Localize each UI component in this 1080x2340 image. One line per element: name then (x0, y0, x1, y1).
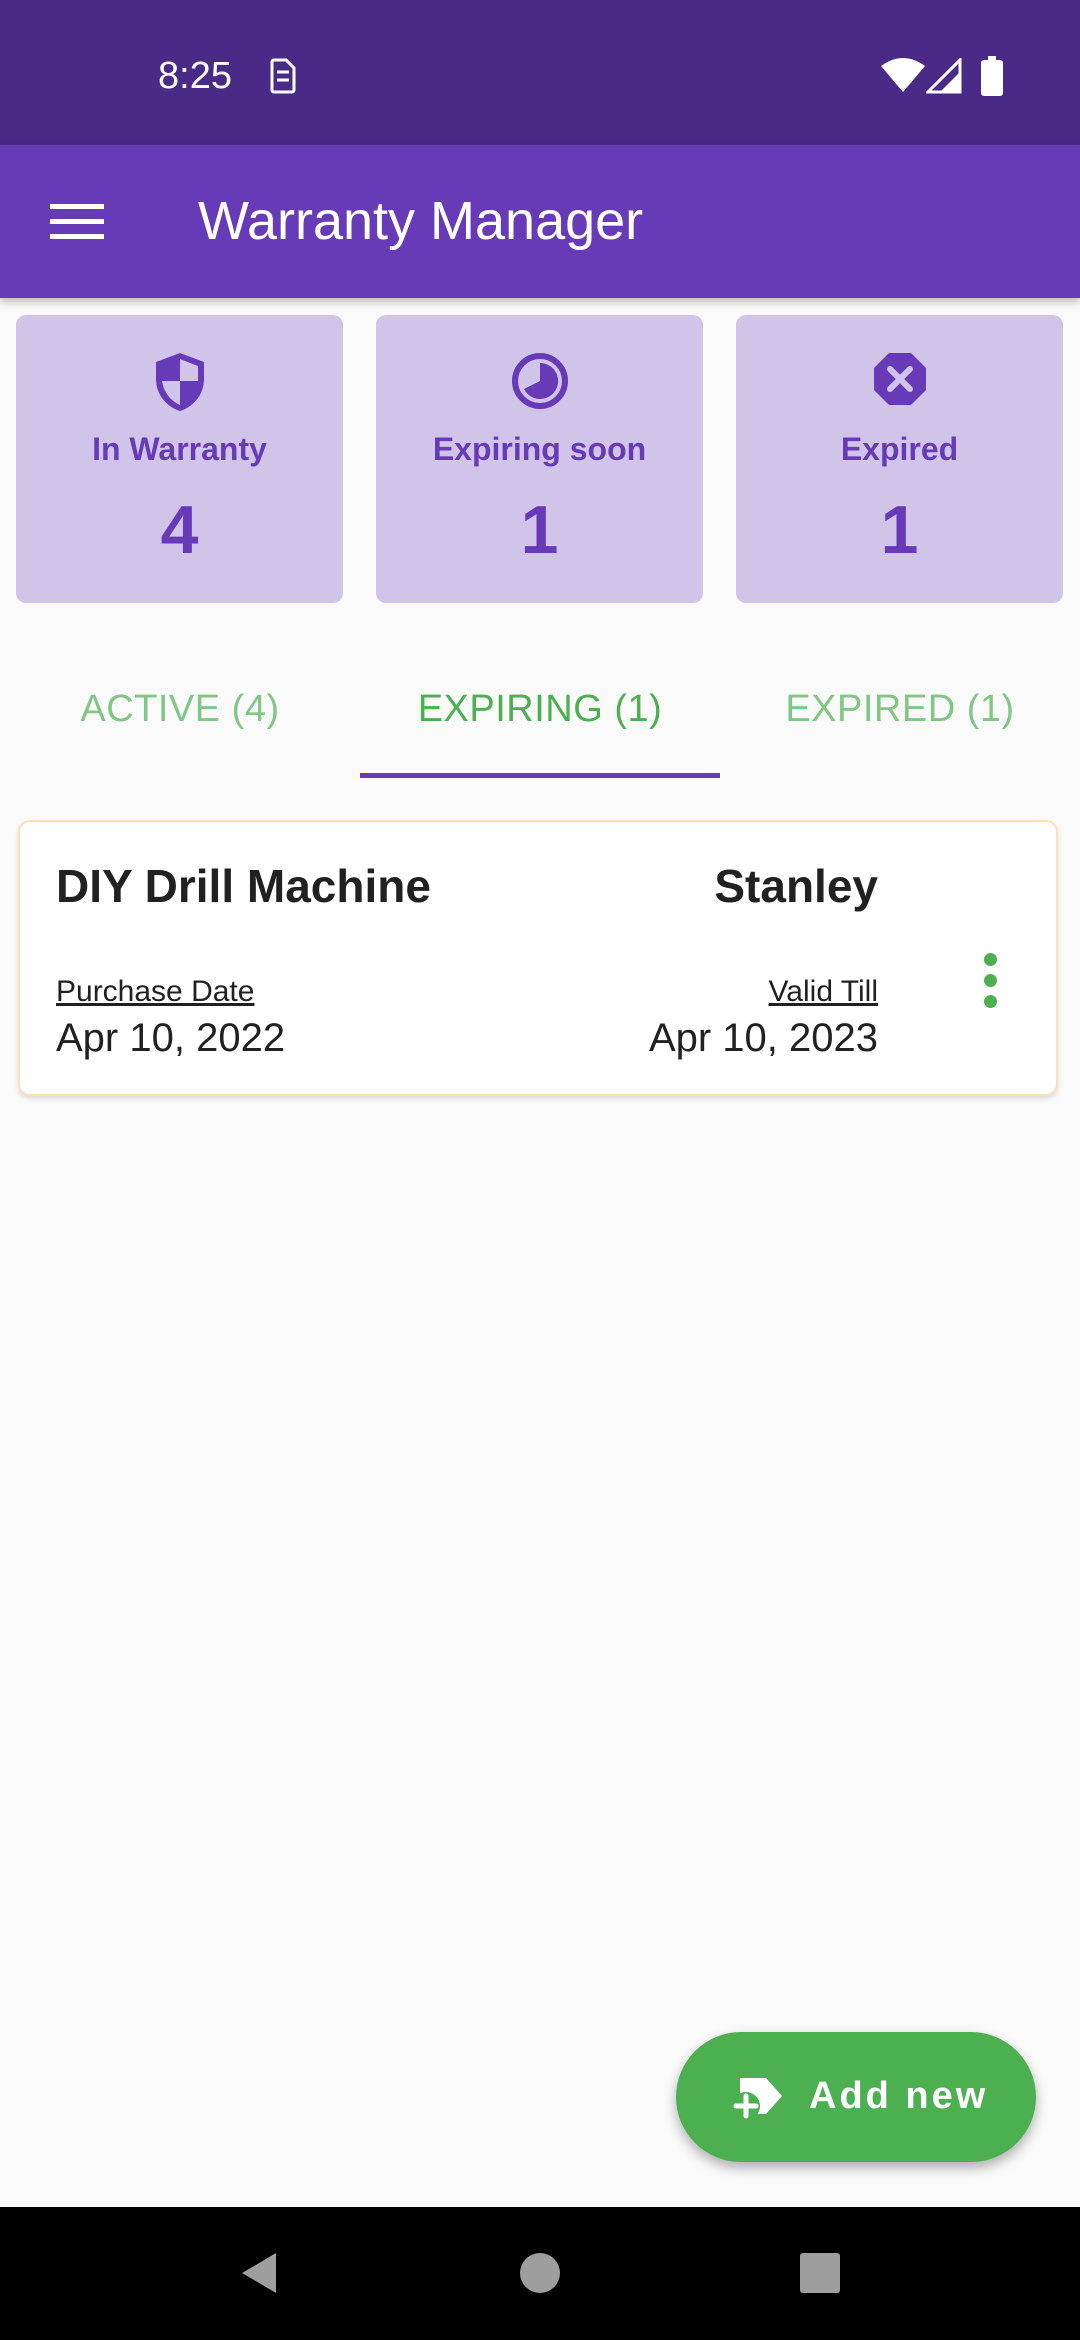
tab-bar: ACTIVE (4) EXPIRING (1) EXPIRED (1) (0, 640, 1080, 778)
summary-count: 4 (160, 492, 199, 568)
home-icon[interactable] (510, 2243, 570, 2303)
summary-card-in-warranty[interactable]: In Warranty 4 (16, 315, 343, 603)
hamburger-menu-icon (50, 204, 104, 239)
sim-card-icon (270, 58, 296, 94)
status-time: 8:25 (158, 55, 232, 97)
tab-indicator (360, 773, 720, 778)
summary-label: In Warranty (92, 431, 267, 467)
purchase-date-value: Apr 10, 2022 (56, 1016, 286, 1060)
summary-count: 1 (520, 492, 559, 568)
product-name: DIY Drill Machine (56, 860, 431, 912)
menu-button[interactable] (30, 175, 124, 269)
system-nav-bar (0, 2207, 1080, 2340)
add-new-button[interactable]: Add new (676, 2032, 1036, 2162)
back-icon[interactable] (230, 2243, 290, 2303)
more-vert-icon (983, 952, 997, 966)
warranty-card[interactable]: DIY Drill Machine Stanley Purchase Date … (18, 820, 1058, 1096)
summary-label: Expired (840, 431, 959, 467)
add-new-label: Add new (809, 2075, 989, 2117)
wifi-icon (881, 58, 925, 92)
brand-name: Stanley (714, 860, 878, 912)
app-bar: Warranty Manager (0, 145, 1080, 298)
battery-icon (981, 56, 1003, 96)
clock-pie-icon (511, 353, 568, 409)
summary-count: 1 (880, 492, 919, 568)
valid-till-value: Apr 10, 2023 (648, 1016, 878, 1060)
cell-signal-icon (926, 58, 962, 94)
more-options-button[interactable] (960, 930, 1020, 1030)
tab-expired[interactable]: EXPIRED (1) (720, 640, 1080, 778)
tab-expiring[interactable]: EXPIRING (1) (360, 640, 720, 778)
valid-till-label: Valid Till (768, 975, 878, 1008)
summary-label: Expiring soon (432, 431, 647, 467)
status-bar: 8:25 (0, 0, 1080, 145)
summary-row: In Warranty 4 Expiring soon 1 Expired 1 (0, 315, 1080, 603)
close-octagon-icon (873, 353, 926, 405)
app-title: Warranty Manager (198, 191, 644, 251)
tab-active[interactable]: ACTIVE (4) (0, 640, 360, 778)
purchase-date-label: Purchase Date (56, 975, 255, 1008)
summary-card-expiring-soon[interactable]: Expiring soon 1 (376, 315, 703, 603)
shield-icon (155, 353, 204, 411)
summary-card-expired[interactable]: Expired 1 (736, 315, 1063, 603)
recents-icon[interactable] (790, 2243, 850, 2303)
add-tag-icon (732, 2078, 782, 2120)
